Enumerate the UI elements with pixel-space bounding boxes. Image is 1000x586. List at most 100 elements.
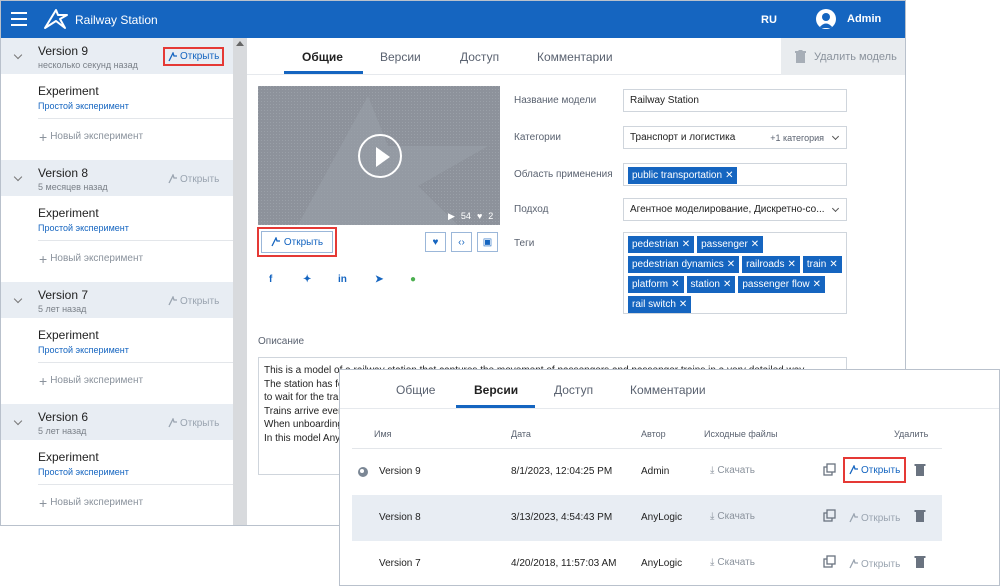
- facebook-icon[interactable]: f: [269, 274, 272, 285]
- tag-chip[interactable]: station ✕: [686, 276, 736, 293]
- embed-button[interactable]: ‹›: [451, 232, 472, 252]
- tag-chip[interactable]: pedestrian dynamics ✕: [628, 256, 740, 273]
- anylogic-logo-icon: [44, 9, 68, 29]
- close-icon[interactable]: ✕: [727, 259, 735, 270]
- copy-icon[interactable]: [823, 555, 837, 569]
- tab-comments[interactable]: Комментарии: [537, 50, 613, 64]
- model-name-input[interactable]: Railway Station: [623, 89, 847, 112]
- close-icon[interactable]: ✕: [787, 259, 795, 270]
- linkedin-icon[interactable]: in: [338, 274, 347, 285]
- area-input[interactable]: public transportation ✕: [623, 163, 847, 186]
- version-header[interactable]: Version 8 5 месяцев назад Открыть: [1, 160, 233, 196]
- close-icon[interactable]: ✕: [723, 279, 731, 290]
- table-row[interactable]: Version 7 4/20/2018, 11:57:03 AM AnyLogi…: [352, 541, 942, 585]
- download-button[interactable]: ⤓ Скачать: [710, 465, 755, 476]
- approach-select[interactable]: Агентное моделирование, Дискретно-со...: [623, 198, 847, 221]
- experiment-type: Простой эксперимент: [38, 345, 129, 355]
- experiment-title[interactable]: Experiment: [38, 450, 99, 464]
- download-button[interactable]: ⤓ Скачать: [710, 511, 755, 522]
- open-version-button[interactable]: Открыть: [164, 171, 223, 187]
- copy-icon[interactable]: [823, 509, 837, 523]
- download-icon: ⤓: [710, 465, 715, 476]
- open-model-button-inner[interactable]: Открыть: [261, 231, 333, 253]
- categories-select[interactable]: Транспорт и логистика +1 категория: [623, 126, 847, 149]
- version-name: Version 9: [379, 466, 421, 477]
- likes-count: 2: [488, 211, 494, 221]
- user-name[interactable]: Admin: [847, 13, 881, 25]
- download-button[interactable]: ⤓ Скачать: [710, 557, 755, 568]
- close-icon[interactable]: ✕: [829, 259, 837, 270]
- close-icon[interactable]: ✕: [725, 170, 733, 181]
- chevron-down-icon[interactable]: [13, 294, 23, 304]
- tab-versions[interactable]: Версии: [474, 383, 518, 397]
- column-source: Исходные файлы: [704, 429, 778, 439]
- divider: [38, 362, 233, 363]
- close-icon[interactable]: ✕: [679, 299, 687, 310]
- tag-chip[interactable]: passenger flow ✕: [738, 276, 826, 293]
- copy-icon[interactable]: [823, 463, 837, 477]
- categories-more[interactable]: +1 категория: [770, 133, 824, 143]
- experiment-type: Простой эксперимент: [38, 223, 129, 233]
- experiment-title[interactable]: Experiment: [38, 328, 99, 342]
- menu-icon[interactable]: [11, 12, 27, 26]
- experiment-type: Простой эксперимент: [38, 467, 129, 477]
- open-version-button[interactable]: Открыть: [163, 47, 225, 66]
- experiment-title[interactable]: Experiment: [38, 84, 99, 98]
- tag-chip[interactable]: train ✕: [802, 256, 842, 273]
- open-version-button[interactable]: Открыть: [843, 457, 907, 483]
- area-chip[interactable]: public transportation ✕: [628, 166, 738, 184]
- tag-chip[interactable]: pedestrian ✕: [628, 236, 695, 253]
- twitter-icon[interactable]: ✦: [303, 274, 311, 285]
- delete-model-button[interactable]: Удалить модель: [781, 38, 905, 75]
- image-button[interactable]: ▣: [477, 232, 498, 252]
- tag-chip[interactable]: rail switch ✕: [628, 296, 692, 313]
- plus-icon: +: [39, 372, 48, 389]
- model-preview-video[interactable]: ▶ 54 ♥ 2: [258, 86, 500, 225]
- close-icon[interactable]: ✕: [682, 239, 690, 250]
- version-header[interactable]: Version 9 несколько секунд назад Открыть: [1, 38, 233, 74]
- experiment-title[interactable]: Experiment: [38, 206, 99, 220]
- open-version-button[interactable]: Открыть: [845, 508, 904, 528]
- table-row[interactable]: Version 9 8/1/2023, 12:04:25 PM Admin ⤓ С…: [352, 449, 942, 495]
- chevron-down-icon[interactable]: [13, 416, 23, 426]
- tab-versions[interactable]: Версии: [380, 50, 421, 64]
- trash-icon[interactable]: [914, 463, 926, 476]
- trash-icon[interactable]: [914, 509, 926, 522]
- new-experiment-button[interactable]: + Новый эксперимент: [39, 130, 143, 144]
- scroll-up-icon[interactable]: [236, 41, 244, 46]
- close-icon[interactable]: ✕: [751, 239, 759, 250]
- new-experiment-button[interactable]: + Новый эксперимент: [39, 252, 143, 266]
- open-version-button[interactable]: Открыть: [164, 293, 223, 309]
- trash-icon[interactable]: [914, 555, 926, 568]
- version-header[interactable]: Version 6 5 лет назад Открыть: [1, 404, 233, 440]
- tag-chip[interactable]: passenger ✕: [697, 236, 764, 253]
- open-model-button[interactable]: Открыть: [257, 227, 337, 257]
- new-experiment-button[interactable]: + Новый эксперимент: [39, 496, 143, 510]
- tab-access[interactable]: Доступ: [460, 50, 499, 64]
- version-header[interactable]: Version 7 5 лет назад Открыть: [1, 282, 233, 318]
- sidebar-scrollbar[interactable]: [233, 38, 247, 525]
- play-button[interactable]: [358, 134, 402, 178]
- tag-chip[interactable]: platform ✕: [628, 276, 684, 293]
- telegram-icon[interactable]: ➤: [375, 274, 383, 285]
- table-row[interactable]: Version 8 3/13/2023, 4:54:43 PM AnyLogic…: [352, 495, 942, 541]
- open-version-button[interactable]: Открыть: [164, 415, 223, 431]
- language-switch[interactable]: RU: [761, 14, 777, 26]
- heart-icon: ♥: [432, 236, 439, 248]
- like-button[interactable]: ♥: [425, 232, 446, 252]
- tab-access[interactable]: Доступ: [554, 383, 593, 397]
- tags-input[interactable]: pedestrian ✕ passenger ✕ pedestrian dynamic…: [623, 232, 847, 314]
- tab-comments[interactable]: Комментарии: [630, 383, 706, 397]
- tag-chip[interactable]: railroads ✕: [742, 256, 800, 273]
- chevron-down-icon[interactable]: [13, 50, 23, 60]
- tab-general[interactable]: Общие: [302, 50, 343, 64]
- close-icon[interactable]: ✕: [671, 279, 679, 290]
- wechat-icon[interactable]: ●: [410, 274, 416, 285]
- open-version-button[interactable]: Открыть: [845, 554, 904, 574]
- close-icon[interactable]: ✕: [813, 279, 821, 290]
- chevron-down-icon[interactable]: [13, 172, 23, 182]
- trash-icon: [795, 50, 806, 63]
- tab-general[interactable]: Общие: [396, 383, 435, 397]
- new-experiment-button[interactable]: + Новый эксперимент: [39, 372, 143, 389]
- avatar[interactable]: [816, 9, 836, 29]
